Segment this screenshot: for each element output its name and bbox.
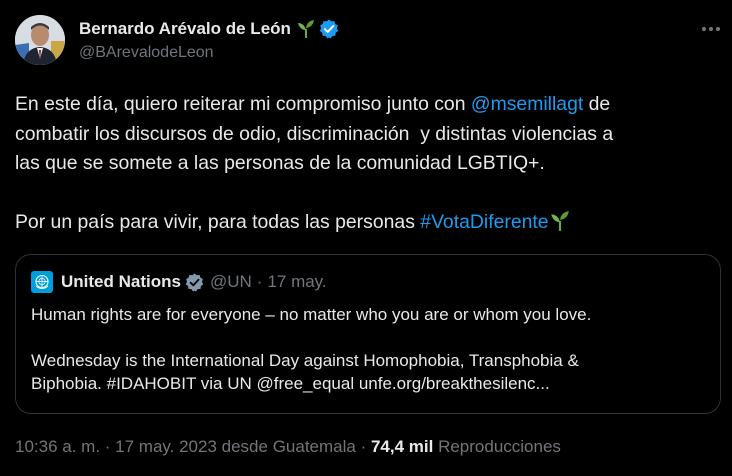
tweet-text: En este día, quiero reiterar mi compromi… bbox=[15, 90, 720, 238]
mention-link[interactable]: @msemillagt bbox=[471, 93, 583, 115]
more-options-icon bbox=[702, 27, 720, 31]
verified-badge-icon[interactable] bbox=[185, 272, 204, 292]
hashtag-link[interactable]: #VotaDiferente bbox=[420, 211, 548, 233]
verified-badge-icon[interactable] bbox=[319, 19, 339, 39]
meta-separator: · bbox=[355, 437, 371, 456]
quoted-author-name[interactable]: United Nations bbox=[61, 272, 181, 292]
author-handle[interactable]: @BArevalodeLeon bbox=[79, 44, 339, 62]
tweet-text-segment: En este día, quiero reiterar mi compromi… bbox=[15, 93, 471, 115]
tweet-line: Por un país para vivir, para todas las p… bbox=[15, 208, 720, 238]
author-name[interactable]: Bernardo Arévalo de León bbox=[79, 19, 291, 39]
quoted-author-handle[interactable]: @UN bbox=[210, 272, 252, 292]
more-options-button[interactable] bbox=[696, 17, 726, 41]
un-logo-icon[interactable] bbox=[31, 271, 53, 293]
quoted-tweet[interactable]: United Nations @UN · 17 may. Human right… bbox=[15, 254, 721, 414]
tweet-meta: 10:36 a. m. · 17 may. 2023 desde Guatema… bbox=[15, 437, 561, 457]
tweet-line: las que se somete a las personas de la c… bbox=[15, 152, 545, 174]
views-count: 74,4 mil bbox=[370, 437, 434, 456]
quoted-tweet-header: United Nations @UN · 17 may. bbox=[31, 271, 327, 293]
quoted-blank-line bbox=[31, 326, 711, 349]
tweet-date-location[interactable]: 17 may. 2023 desde Guatemala bbox=[115, 437, 356, 457]
author-info: Bernardo Arévalo de León @BArevalodeLeon bbox=[79, 17, 339, 62]
quoted-line: Wednesday is the International Day again… bbox=[31, 351, 579, 370]
tweet-time[interactable]: 10:36 a. m. bbox=[15, 437, 100, 457]
seedling-emoji-icon bbox=[297, 20, 314, 38]
views-label: Reproducciones bbox=[433, 437, 561, 456]
tweet-line: En este día, quiero reiterar mi compromi… bbox=[15, 90, 720, 120]
seedling-emoji-icon bbox=[550, 211, 569, 231]
meta-separator: · bbox=[100, 437, 116, 456]
quoted-line: Human rights are for everyone – no matte… bbox=[31, 305, 592, 324]
quoted-line: Biphobia. #IDAHOBIT via UN @free_equal u… bbox=[31, 374, 550, 393]
tweet-text-segment: de bbox=[583, 93, 611, 115]
separator-dot: · bbox=[256, 272, 263, 291]
tweet-line: combatir los discursos de odio, discrimi… bbox=[15, 122, 614, 145]
tweet-text-segment: Por un país para vivir, para todas las p… bbox=[15, 211, 421, 233]
author-avatar[interactable] bbox=[15, 15, 65, 65]
quoted-tweet-text: Human rights are for everyone – no matte… bbox=[31, 303, 711, 395]
avatar-image bbox=[15, 15, 65, 65]
quoted-tweet-date[interactable]: 17 may. bbox=[267, 272, 326, 292]
